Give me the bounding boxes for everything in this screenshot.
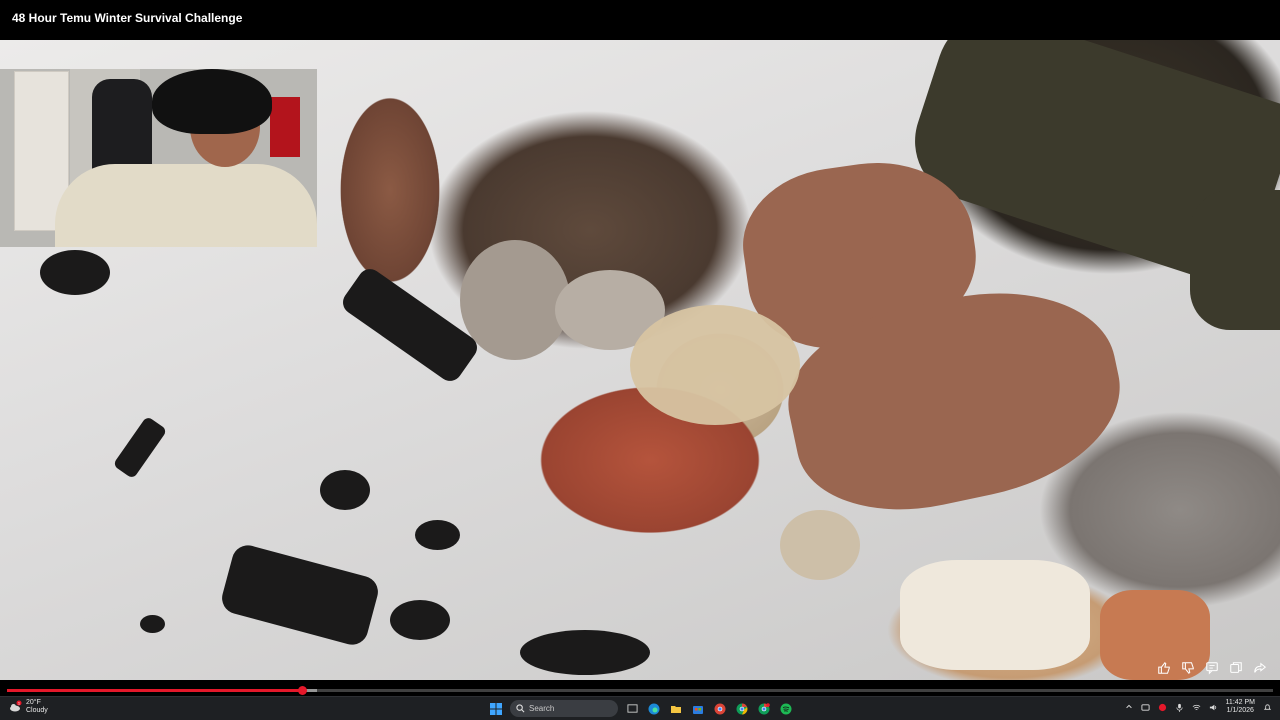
progress-fill	[7, 689, 302, 692]
chevron-up-icon[interactable]	[1124, 702, 1134, 712]
edge-icon[interactable]	[646, 701, 662, 717]
charcoal-piece	[520, 630, 650, 675]
charcoal-piece	[338, 264, 482, 386]
search-placeholder: Search	[529, 704, 555, 713]
file-explorer-icon[interactable]	[668, 701, 684, 717]
progress-scrubber[interactable]	[298, 686, 307, 695]
sync-icon[interactable]	[1141, 702, 1151, 712]
wifi-icon[interactable]	[1192, 702, 1202, 712]
copy-icon[interactable]	[1228, 660, 1244, 676]
charcoal-piece	[390, 600, 450, 640]
thumbs-up-icon[interactable]	[1156, 660, 1172, 676]
chrome-profile-icon[interactable]	[756, 701, 772, 717]
chrome-icon[interactable]	[734, 701, 750, 717]
weather-condition: Cloudy	[26, 707, 48, 714]
taskbar-apps: Search	[488, 700, 794, 717]
spotify-icon[interactable]	[778, 701, 794, 717]
clock-time: 11:42 PM	[1225, 699, 1255, 706]
clock[interactable]: 11:42 PM 1/1/2026	[1226, 699, 1255, 715]
clock-date: 1/1/2026	[1226, 707, 1254, 714]
thumbs-down-icon[interactable]	[1180, 660, 1196, 676]
charcoal-piece	[140, 615, 165, 633]
weather-temperature: 20°F	[26, 699, 41, 706]
charcoal-piece	[40, 250, 110, 295]
share-icon[interactable]	[1252, 660, 1268, 676]
taskbar-search[interactable]: Search	[510, 700, 618, 717]
microphone-icon[interactable]	[1175, 702, 1185, 712]
red-app-icon[interactable]	[1158, 702, 1168, 712]
top-bar: 48 Hour Temu Winter Survival Challenge	[0, 0, 1280, 40]
cloud-icon: 1	[8, 700, 22, 714]
search-icon	[516, 704, 525, 713]
tinder-bundle	[630, 305, 800, 425]
weather-widget[interactable]: 1 20°F Cloudy	[8, 699, 48, 715]
player-controls	[1156, 660, 1268, 676]
charcoal-piece	[218, 541, 382, 649]
charcoal-piece	[112, 415, 168, 480]
webcam-overlay	[0, 69, 317, 247]
birch-bark	[900, 560, 1090, 670]
charcoal-piece	[320, 470, 370, 510]
taskbar: 1 20°F Cloudy Search 11:42 PM 1/1/2026	[0, 696, 1280, 720]
comment-icon[interactable]	[1204, 660, 1220, 676]
red-object	[270, 97, 300, 157]
charcoal-piece	[415, 520, 460, 550]
hair	[152, 69, 272, 134]
system-tray: 11:42 PM 1/1/2026	[1124, 699, 1272, 715]
video-title: 48 Hour Temu Winter Survival Challenge	[12, 11, 243, 25]
task-view-icon[interactable]	[624, 701, 640, 717]
sleeve	[1190, 190, 1280, 330]
notification-icon[interactable]	[1262, 702, 1272, 712]
jacket	[55, 164, 317, 247]
rock	[460, 240, 570, 360]
start-icon[interactable]	[488, 701, 504, 717]
volume-icon[interactable]	[1209, 702, 1219, 712]
store-icon[interactable]	[690, 701, 706, 717]
rock	[780, 510, 860, 580]
chrome-app-icon[interactable]	[712, 701, 728, 717]
